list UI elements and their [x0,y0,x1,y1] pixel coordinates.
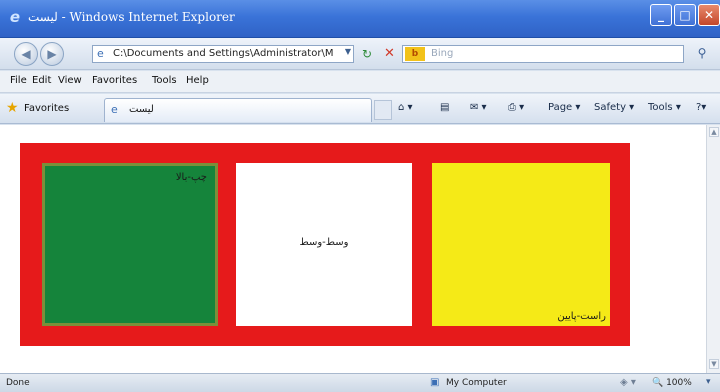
menu-tools[interactable]: Tools [152,75,177,86]
menu-edit[interactable]: Edit [32,75,51,86]
window-title-app: Windows Internet Explorer [69,10,235,24]
mail-icon[interactable]: ✉ ▾ [470,102,487,113]
forward-button[interactable]: ▶ [40,42,64,66]
search-icon[interactable]: ⚲ [690,46,714,62]
protected-mode-icon[interactable]: ◈ ▾ [620,377,636,388]
cell-bottom-right: راست-پایین [432,163,610,326]
zoom-value: 100% [666,378,692,388]
ie-logo-icon: e [9,8,21,26]
close-window-button[interactable]: ✕ [698,4,720,26]
page-menu[interactable]: Page ▾ [548,102,580,113]
tab-current[interactable]: e لیست [104,98,372,122]
search-input[interactable]: b Bing [402,45,684,63]
minimize-button[interactable]: _ [650,4,672,26]
address-url: C:\Documents and Settings\Administrator\… [113,48,333,59]
computer-zone-icon: ▣ [430,377,440,388]
tab-page-icon: e [111,103,118,116]
zoom-dropdown-icon[interactable]: ▾ [706,377,711,387]
menu-help[interactable]: Help [186,75,209,86]
cell-text-bottom: راست-پایین [557,311,606,322]
page-viewport: چپ-بالا وسط-وسط راست-پایین [0,125,706,373]
cell-text-top: چپ-بالا [175,172,207,183]
window-title-page: لیست [28,10,58,24]
window-title: لیست - Windows Internet Explorer [28,10,235,24]
security-zone[interactable]: My Computer [446,378,507,388]
status-bar: Done ▣ My Computer ◈ ▾ 🔍 100% ▾ [0,373,720,392]
page-menu-label: Page [548,102,573,113]
scroll-down-icon[interactable]: ▼ [709,359,719,369]
cell-text-middle: وسط-وسط [299,237,349,248]
search-placeholder: Bing [431,48,454,59]
menu-view[interactable]: View [58,75,82,86]
favorites-bar: ★ Favorites e لیست ⌂ ▾ ▤ ✉ ▾ ⎙ ▾ Page ▾ … [0,94,720,124]
tools-menu[interactable]: Tools ▾ [648,102,681,113]
title-bar: e لیست - Windows Internet Explorer _ □ ✕ [0,0,720,38]
stop-icon[interactable]: ✕ [384,46,395,61]
favorites-star-icon[interactable]: ★ [6,100,19,116]
safety-menu[interactable]: Safety ▾ [594,102,634,113]
refresh-icon[interactable]: ↻ [362,47,372,61]
back-button[interactable]: ◀ [14,42,38,66]
print-icon[interactable]: ⎙ ▾ [508,102,524,113]
home-icon[interactable]: ⌂ ▾ [398,102,413,113]
help-icon[interactable]: ?▾ [696,102,706,113]
cell-middle: وسط-وسط [236,163,412,326]
feeds-icon[interactable]: ▤ [440,102,449,113]
new-tab-button[interactable] [374,100,392,120]
status-text: Done [6,378,30,388]
tab-label: لیست [129,104,154,115]
table-frame: چپ-بالا وسط-وسط راست-پایین [20,143,630,346]
safety-menu-label: Safety [594,102,626,113]
search-provider-logo: b [405,47,425,61]
menu-file[interactable]: File [10,75,27,86]
address-dropdown-icon[interactable]: ▼ [345,47,351,56]
vertical-scrollbar[interactable]: ▲ ▼ [706,125,720,373]
scroll-up-icon[interactable]: ▲ [709,127,719,137]
zoom-level[interactable]: 🔍 100% [652,378,692,388]
maximize-button[interactable]: □ [674,4,696,26]
favorites-button[interactable]: Favorites [24,103,69,114]
menu-favorites[interactable]: Favorites [92,75,137,86]
address-row: ◀ ▶ e C:\Documents and Settings\Administ… [0,38,720,70]
cell-top-right: چپ-بالا [42,163,218,326]
address-input[interactable]: e C:\Documents and Settings\Administrato… [92,45,354,63]
page-icon: e [97,47,104,60]
tools-menu-label: Tools [648,102,673,113]
menu-bar: File Edit View Favorites Tools Help [0,71,720,93]
